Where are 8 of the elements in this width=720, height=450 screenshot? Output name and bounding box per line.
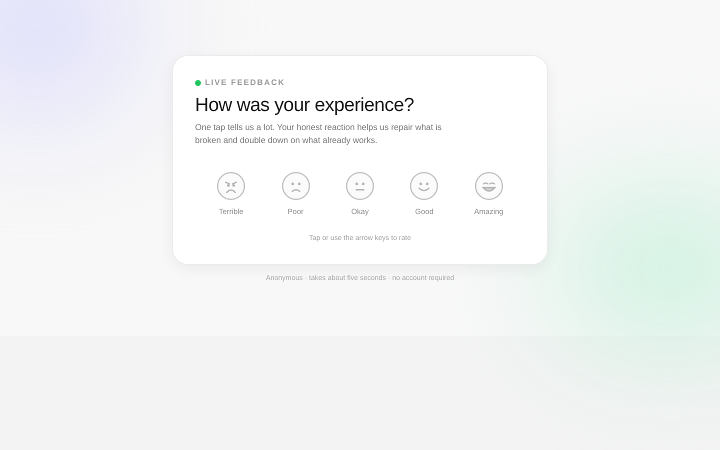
- face-icon: [280, 171, 311, 201]
- card-title: How was your experience?: [195, 94, 415, 118]
- face-icon: [216, 171, 246, 201]
- face-icon: [474, 171, 504, 201]
- eyebrow-label: LIVE FEEDBACK: [205, 77, 286, 89]
- card-description: One tap tells us a lot. Your honest reaction helps us repair what is broken and double down on what already works.: [195, 121, 443, 147]
- face-icon: [409, 171, 440, 201]
- face-icon: [344, 171, 375, 201]
